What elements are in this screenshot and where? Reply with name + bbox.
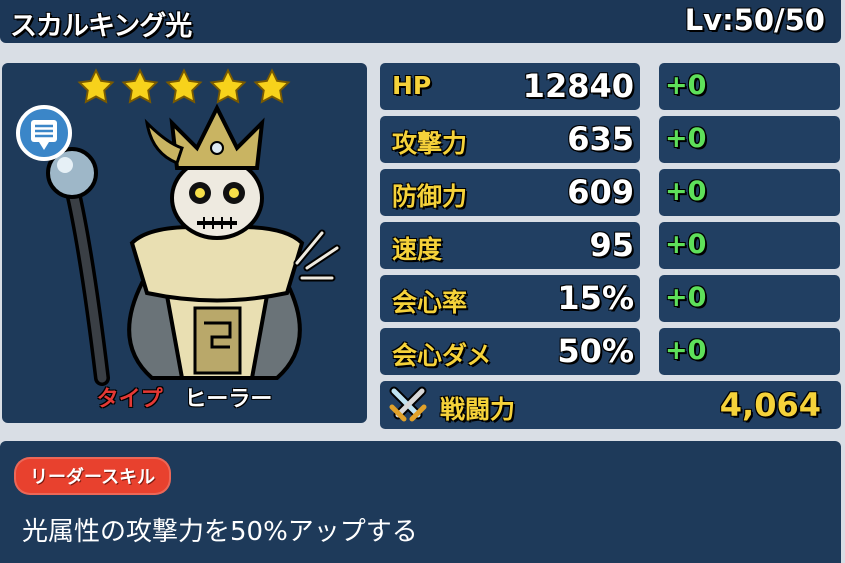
stat-row-crit-damage: 会心ダメ 50% (380, 328, 640, 375)
stat-label: 会心ダメ (392, 341, 492, 370)
stat-value: 635 (567, 120, 634, 158)
bonus-value: +0 (665, 282, 707, 313)
stat-label: HP (392, 71, 432, 100)
stat-label: 攻撃力 (392, 129, 468, 158)
bonus-value: +0 (665, 335, 707, 366)
stat-value: 12840 (522, 67, 634, 105)
leader-skill-badge: リーダースキル (14, 457, 172, 495)
type-value: ヒーラー (184, 387, 273, 412)
bonus-attack: +0 (659, 116, 840, 163)
stat-label: 防御力 (392, 182, 468, 211)
bonus-value: +0 (665, 123, 707, 154)
stat-row-speed: 速度 95 (380, 222, 640, 269)
bonus-crit-damage: +0 (659, 328, 840, 375)
crossed-swords-icon (389, 386, 427, 422)
bonus-speed: +0 (659, 222, 840, 269)
stat-label: 会心率 (392, 288, 468, 317)
title-bar: スカルキング光 Lv:50/50 (0, 0, 841, 43)
type-label: タイプ (96, 387, 163, 412)
bonus-value: +0 (665, 70, 707, 101)
bonus-value: +0 (665, 229, 707, 260)
type-row: タイプ ヒーラー (2, 381, 367, 413)
level-indicator: Lv:50/50 (684, 3, 825, 37)
leader-skill-panel: リーダースキル 光属性の攻撃力を50%アップする (0, 441, 841, 563)
chat-bubble-icon[interactable] (14, 105, 74, 165)
character-illustration (46, 103, 341, 386)
combat-power-row: 戦闘力 4,064 (380, 381, 841, 429)
bonus-hp: +0 (659, 63, 840, 110)
bonus-defense: +0 (659, 169, 840, 216)
stat-value: 609 (567, 173, 634, 211)
stat-row-defense: 防御力 609 (380, 169, 640, 216)
bonus-crit-rate: +0 (659, 275, 840, 322)
stat-row-attack: 攻撃力 635 (380, 116, 640, 163)
stat-row-crit-rate: 会心率 15% (380, 275, 640, 322)
combat-power-value: 4,064 (719, 386, 821, 424)
stat-value: 50% (557, 332, 634, 370)
combat-power-label: 戦闘力 (440, 395, 516, 424)
bonus-value: +0 (665, 176, 707, 207)
character-panel: タイプ ヒーラー (2, 63, 367, 423)
stat-value: 95 (589, 226, 634, 264)
stat-row-hp: HP 12840 (380, 63, 640, 110)
leader-skill-description: 光属性の攻撃力を50%アップする (22, 517, 418, 547)
stat-value: 15% (557, 279, 634, 317)
character-name: スカルキング光 (10, 11, 192, 42)
stat-label: 速度 (392, 235, 443, 264)
